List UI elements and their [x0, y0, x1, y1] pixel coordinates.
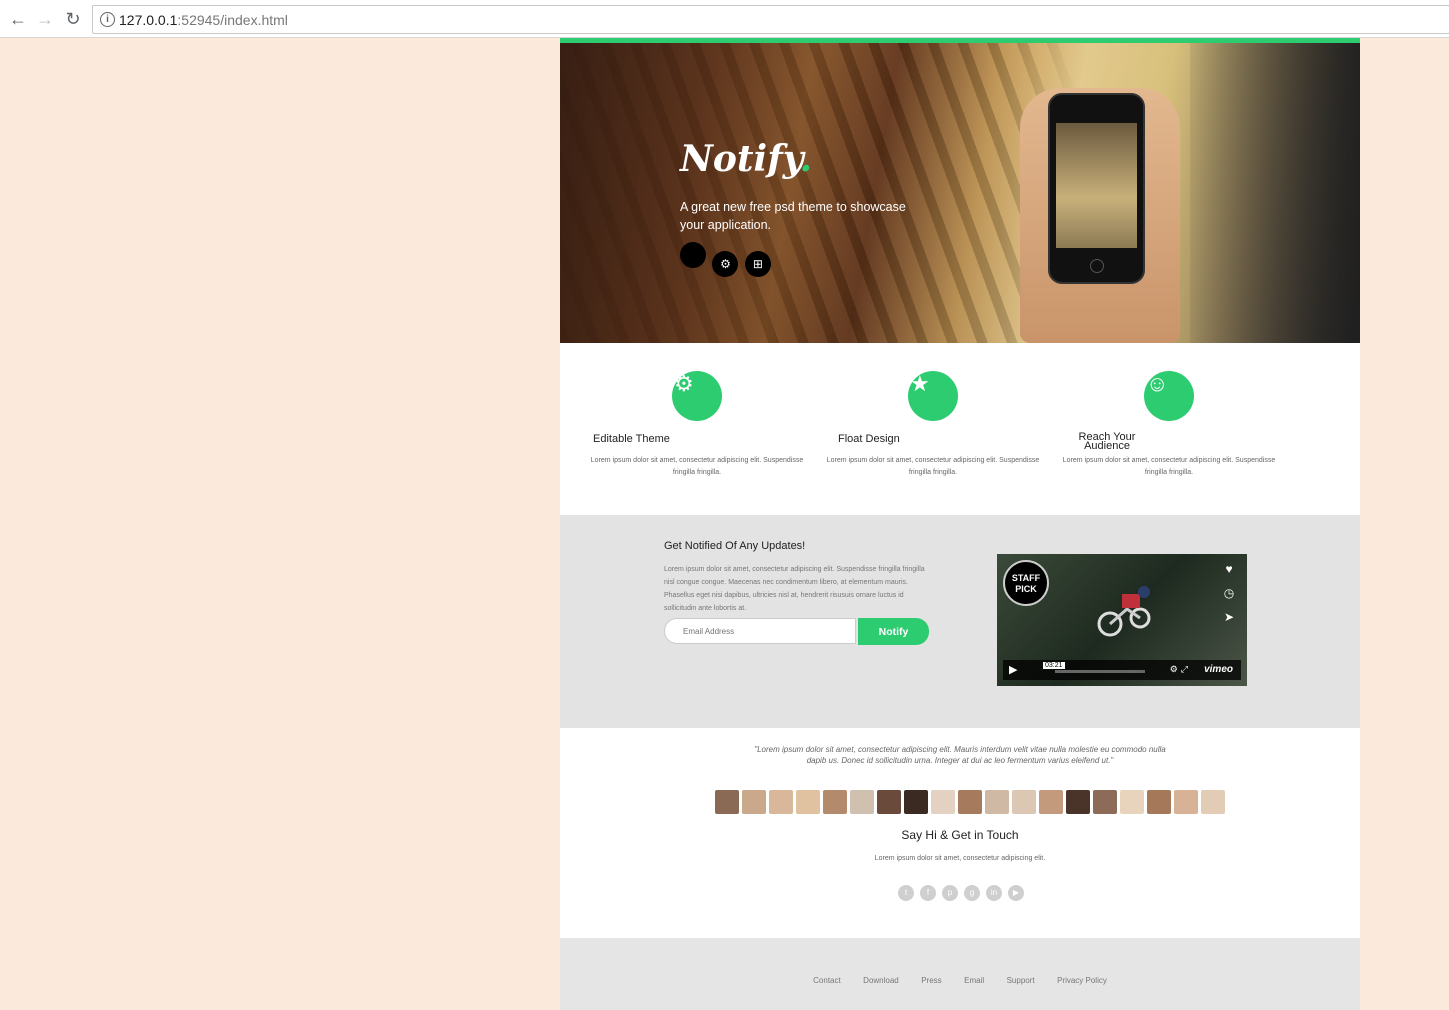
linkedin-icon[interactable]: in — [986, 885, 1002, 901]
avatar — [769, 790, 793, 814]
gear-icon: ⚙ — [672, 371, 722, 421]
vimeo-logo[interactable]: vimeo — [1204, 664, 1233, 675]
contact-title: Say Hi & Get in Touch — [901, 828, 1019, 842]
testimonial-quote: "Lorem ipsum dolor sit amet, consectetur… — [754, 745, 1166, 765]
logo[interactable]: Notify. — [680, 138, 812, 180]
avatar — [823, 790, 847, 814]
avatar — [1093, 790, 1117, 814]
feature-editable-theme: ⚙ Editable Theme Lorem ipsum dolor sit a… — [587, 371, 807, 476]
avatar — [877, 790, 901, 814]
forward-arrow-icon[interactable]: → — [35, 9, 55, 29]
feature-float-design: ★ Float Design Lorem ipsum dolor sit ame… — [823, 371, 1043, 476]
play-icon[interactable]: ▶ — [1009, 663, 1017, 676]
avatar — [1174, 790, 1198, 814]
apple-icon[interactable] — [680, 242, 706, 268]
footer-links: Contact Download Press Email Support Pri… — [560, 970, 1360, 988]
avatar — [1120, 790, 1144, 814]
facebook-icon[interactable]: f — [920, 885, 936, 901]
feature-text: Lorem ipsum dolor sit amet, consectetur … — [826, 457, 1040, 476]
notify-button[interactable]: Notify — [858, 618, 929, 645]
biker-image — [1097, 586, 1151, 637]
social-links: t f p g in ▶ — [898, 882, 1030, 901]
notify-section: Get Notified Of Any Updates! Lorem ipsum… — [560, 515, 1360, 728]
phone-image — [1048, 93, 1145, 284]
avatar — [1012, 790, 1036, 814]
pinterest-icon[interactable]: p — [942, 885, 958, 901]
avatar — [904, 790, 928, 814]
avatar — [1066, 790, 1090, 814]
feature-title: Reach Your Audience — [1078, 431, 1136, 452]
footer-link-contact[interactable]: Contact — [813, 976, 841, 985]
testimonial-section: "Lorem ipsum dolor sit amet, consectetur… — [560, 728, 1360, 938]
hero-right-shadow — [1190, 38, 1360, 343]
notify-text: Lorem ipsum dolor sit amet, consectetur … — [664, 566, 925, 612]
notify-title: Get Notified Of Any Updates! — [664, 540, 806, 552]
twitter-icon[interactable]: t — [898, 885, 914, 901]
feature-reach-audience: ☺ Reach Your Audience Lorem ipsum dolor … — [1059, 371, 1279, 476]
footer-link-download[interactable]: Download — [863, 976, 899, 985]
url-text: 127.0.0.1:52945/index.html — [119, 12, 288, 28]
avatar — [958, 790, 982, 814]
page-content: Notify. A great new free psd theme to sh… — [560, 38, 1360, 1010]
hero-section: Notify. A great new free psd theme to sh… — [560, 38, 1360, 343]
avatar — [1201, 790, 1225, 814]
hero-tagline: A great new free psd theme to showcase y… — [680, 200, 906, 232]
phone-home-button — [1090, 259, 1104, 273]
avatar — [715, 790, 739, 814]
email-input[interactable] — [664, 618, 856, 644]
volume-icon[interactable]: ⚙⤢ — [1170, 664, 1191, 675]
footer: Contact Download Press Email Support Pri… — [560, 938, 1360, 1010]
video-side-actions: ♥ ◷ ➤ — [1219, 562, 1239, 634]
reload-icon[interactable]: ↻ — [63, 9, 83, 29]
footer-link-privacy[interactable]: Privacy Policy — [1057, 976, 1107, 985]
info-icon[interactable]: i — [100, 12, 115, 27]
avatar — [850, 790, 874, 814]
store-icons: ⚙ ⊞ — [680, 242, 773, 277]
avatar — [931, 790, 955, 814]
avatar — [796, 790, 820, 814]
phone-screen — [1056, 123, 1137, 248]
google-plus-icon[interactable]: g — [964, 885, 980, 901]
avatar — [1147, 790, 1171, 814]
avatar-strip — [715, 790, 1228, 815]
staff-pick-badge: STAFF PICK — [1003, 560, 1049, 606]
browser-toolbar: ← → ↻ i 127.0.0.1:52945/index.html — [0, 0, 1449, 38]
contact-text: Lorem ipsum dolor sit amet, consectetur … — [874, 855, 1046, 862]
feature-text: Lorem ipsum dolor sit amet, consectetur … — [1062, 457, 1276, 476]
avatar — [985, 790, 1009, 814]
video-player[interactable]: STAFF PICK ♥ ◷ ➤ ▶ 03:21 ⚙⤢ vimeo — [997, 554, 1247, 686]
feature-title: Editable Theme — [593, 433, 670, 445]
footer-link-press[interactable]: Press — [921, 976, 941, 985]
video-time: 03:21 — [1043, 662, 1065, 669]
address-bar[interactable]: i 127.0.0.1:52945/index.html — [92, 5, 1449, 34]
windows-icon[interactable]: ⊞ — [744, 251, 771, 277]
heart-icon[interactable]: ♥ — [1219, 562, 1239, 586]
video-progress-bar[interactable] — [1055, 670, 1145, 673]
video-controls: ▶ 03:21 ⚙⤢ vimeo — [1003, 660, 1241, 680]
footer-link-support[interactable]: Support — [1007, 976, 1035, 985]
youtube-icon[interactable]: ▶ — [1008, 885, 1024, 901]
accent-top-line — [560, 38, 1360, 43]
avatar — [1039, 790, 1063, 814]
back-arrow-icon[interactable]: ← — [8, 9, 28, 29]
star-icon: ★ — [908, 371, 958, 421]
clock-icon[interactable]: ◷ — [1219, 586, 1239, 610]
share-icon[interactable]: ➤ — [1219, 610, 1239, 634]
feature-text: Lorem ipsum dolor sit amet, consectetur … — [590, 457, 804, 476]
feature-title: Float Design — [838, 433, 900, 445]
avatar — [742, 790, 766, 814]
smile-icon: ☺ — [1144, 371, 1194, 421]
features-section: ⚙ Editable Theme Lorem ipsum dolor sit a… — [560, 343, 1360, 515]
footer-link-email[interactable]: Email — [964, 976, 984, 985]
android-icon[interactable]: ⚙ — [712, 251, 739, 277]
